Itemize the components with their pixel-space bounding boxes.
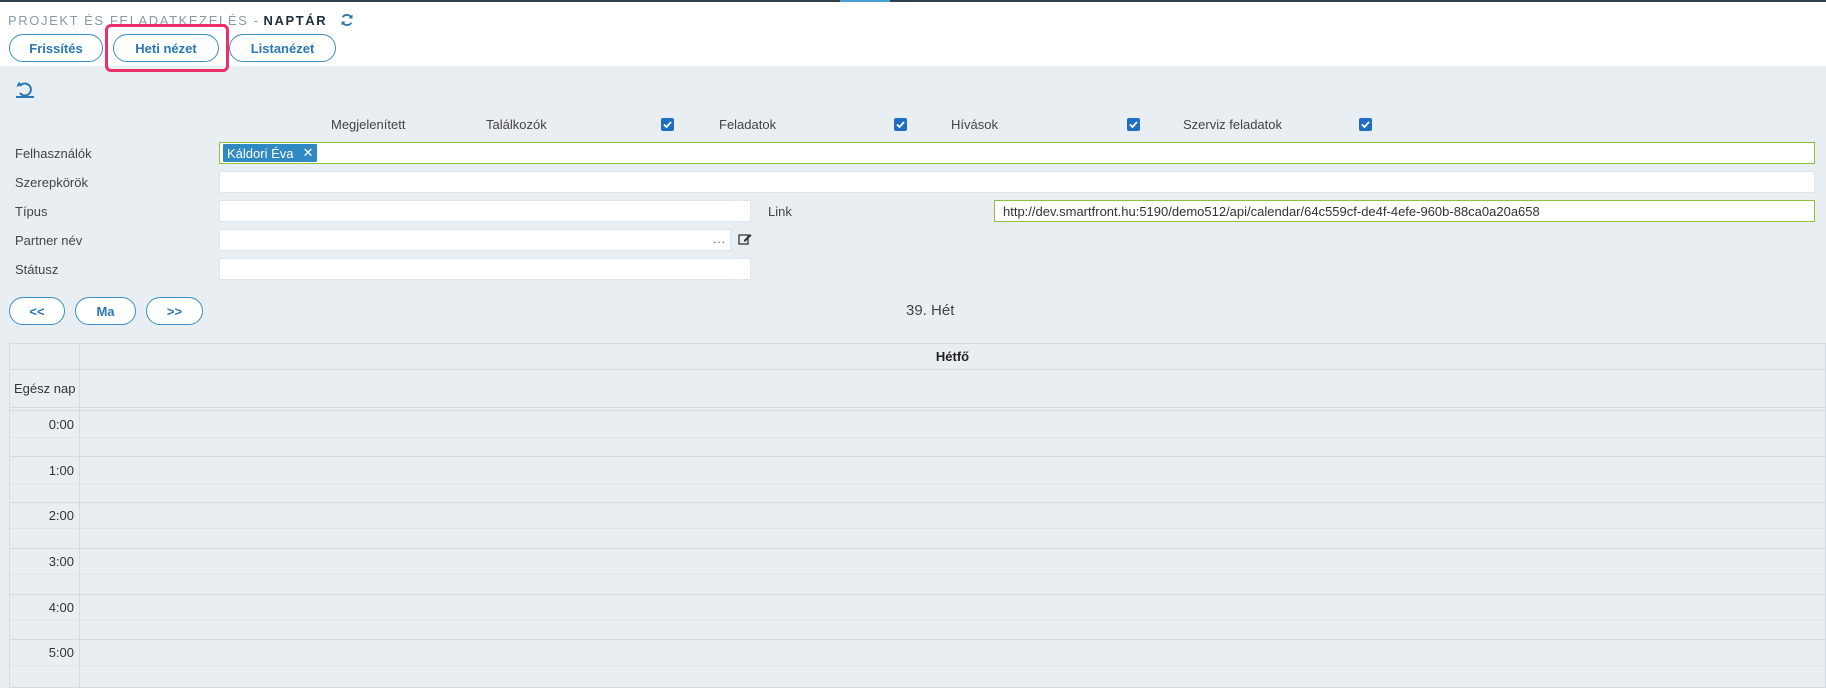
partner-label: Partner név [15,233,83,248]
hour-label: 4:00 [48,600,74,615]
list-view-button[interactable]: Listanézet [229,34,336,62]
users-input[interactable]: Káldori Éva ✕ [219,142,1815,164]
grid-line [10,528,1825,529]
highlight-box [105,24,229,72]
hour-label: 0:00 [48,417,74,432]
grid-line [10,407,1825,408]
filter-service-tasks-checkbox[interactable] [1359,118,1372,131]
user-tag: Káldori Éva ✕ [223,144,318,162]
today-button[interactable]: Ma [75,297,136,325]
roles-input[interactable] [219,171,1815,193]
refresh-button[interactable]: Frissítés [9,34,103,62]
roles-label: Szerepkörök [15,175,88,190]
filter-calls-label: Hívások [951,117,998,132]
grid-line [10,410,1825,411]
filter-meetings-checkbox[interactable] [661,118,674,131]
close-icon[interactable]: ✕ [302,145,313,161]
day-header[interactable]: Hétfő [80,344,1825,369]
grid-line [10,594,1825,595]
module-title: NAPTÁR [263,13,328,28]
grid-line [10,574,1825,575]
grid-line [10,483,1825,484]
grid-line [10,639,1825,640]
user-tag-label: Káldori Éva [227,145,294,161]
status-label: Státusz [15,262,59,277]
partner-input[interactable]: ... [219,229,731,251]
hour-label: 3:00 [48,554,74,569]
hour-label: 5:00 [48,645,74,660]
link-label: Link [768,204,792,219]
display-label: Megjelenített [331,117,406,132]
users-label: Felhasználók [15,146,92,161]
status-input[interactable] [219,258,751,280]
reset-filters-icon[interactable] [15,80,35,101]
grid-line [10,502,1825,503]
grid-line [10,369,1825,370]
hour-label: 1:00 [48,463,74,478]
link-field[interactable]: http://dev.smartfront.hu:5190/demo512/ap… [994,200,1815,222]
grid-line [10,620,1825,621]
grid-line [10,456,1825,457]
week-title: 39. Hét [906,302,955,319]
hour-label: 2:00 [48,508,74,523]
grid-line [10,437,1825,438]
all-day-label: Egész nap [14,381,76,396]
calendar-grid: Hétfő Egész nap 0:00 1:00 2:00 3:00 4:00… [9,343,1826,688]
link-value: http://dev.smartfront.hu:5190/demo512/ap… [1003,203,1540,219]
filter-tasks-label: Feladatok [719,117,777,132]
edit-icon[interactable] [738,232,752,249]
filter-service-tasks-label: Szerviz feladatok [1183,117,1282,132]
grid-line [10,548,1825,549]
prev-week-button[interactable]: << [9,297,65,325]
type-input[interactable] [219,200,751,222]
filter-meetings-label: Találkozók [486,117,547,132]
type-label: Típus [15,204,48,219]
header: PROJEKT ÉS FELADATKEZELÉS - NAPTÁR Frissí… [0,2,1826,66]
filter-tasks-checkbox[interactable] [894,118,907,131]
next-week-button[interactable]: >> [146,297,203,325]
filter-calls-checkbox[interactable] [1127,118,1140,131]
grid-line [10,665,1825,666]
refresh-icon[interactable] [340,13,354,30]
more-icon[interactable]: ... [713,232,726,246]
